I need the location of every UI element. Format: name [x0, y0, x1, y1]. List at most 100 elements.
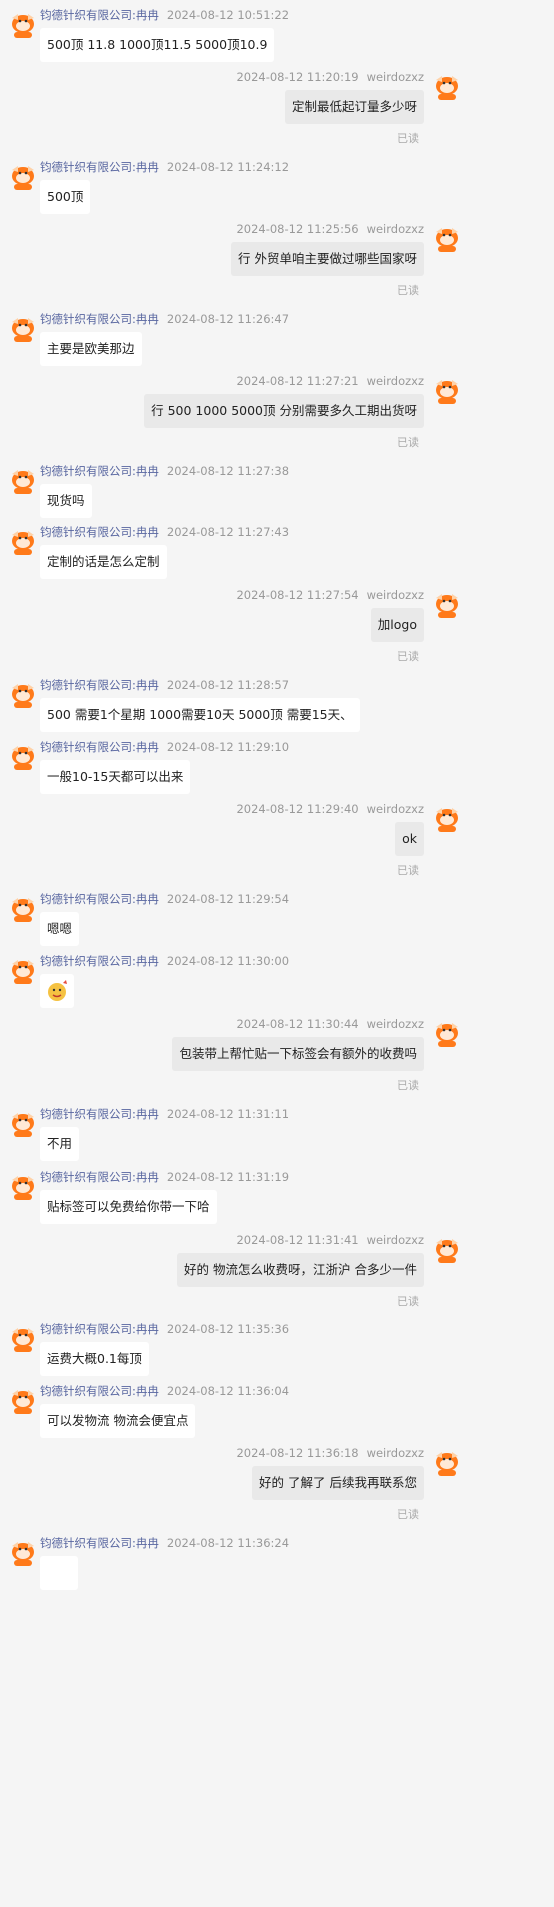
timestamp: 2024-08-12 11:27:54: [236, 588, 359, 602]
message-meta: 钧德针织有限公司:冉冉 2024-08-12 11:29:10: [40, 740, 289, 754]
avatar-icon[interactable]: [8, 8, 38, 38]
avatar-icon[interactable]: [8, 1107, 38, 1137]
timestamp: 2024-08-12 11:31:11: [166, 1107, 290, 1121]
sender-name[interactable]: weirdozxz: [367, 1446, 424, 1460]
message-meta: 钧德针织有限公司:冉冉 2024-08-12 11:28:57: [40, 678, 289, 692]
avatar-icon[interactable]: [8, 1170, 38, 1200]
message-bubble[interactable]: 行 外贸单咱主要做过哪些国家呀: [231, 242, 424, 276]
message-meta: 2024-08-12 11:36:18 weirdozxz: [236, 1446, 424, 1460]
message-meta: 钧德针织有限公司:冉冉 2024-08-12 11:24:12: [40, 160, 289, 174]
read-status: 已读: [397, 284, 419, 297]
read-status: 已读: [397, 650, 419, 663]
message-bubble[interactable]: 包装带上帮忙贴一下标签会有额外的收费吗: [172, 1037, 424, 1071]
read-status: 已读: [397, 864, 419, 877]
message-meta: 2024-08-12 11:31:41 weirdozxz: [236, 1233, 424, 1247]
avatar-icon[interactable]: [8, 1536, 38, 1566]
sender-name[interactable]: 钧德针织有限公司:冉冉: [40, 1384, 159, 1398]
sender-name[interactable]: 钧德针织有限公司:冉冉: [40, 464, 159, 478]
sender-name[interactable]: weirdozxz: [367, 70, 424, 84]
timestamp: 2024-08-12 11:26:47: [166, 312, 290, 326]
message-bubble[interactable]: 定制最低起订量多少呀: [284, 90, 424, 124]
message-bubble[interactable]: 500顶: [40, 180, 91, 214]
emoji-sticker-icon: [48, 980, 67, 1001]
sender-name[interactable]: weirdozxz: [367, 1017, 424, 1031]
sender-name[interactable]: 钧德针织有限公司:冉冉: [40, 678, 159, 692]
message-bubble[interactable]: [40, 1556, 78, 1590]
avatar-icon[interactable]: [8, 954, 38, 984]
message-bubble[interactable]: 嗯嗯: [40, 912, 80, 946]
chat-history[interactable]: 钧德针织有限公司:冉冉 2024-08-12 10:51:22 500顶 11.8…: [0, 0, 554, 1907]
sender-name[interactable]: weirdozxz: [367, 1233, 424, 1247]
message-bubble[interactable]: 一般10-15天都可以出来: [40, 760, 191, 794]
sender-name[interactable]: 钧德针织有限公司:冉冉: [40, 312, 159, 326]
timestamp: 2024-08-12 11:28:57: [166, 678, 290, 692]
avatar-icon[interactable]: [8, 892, 38, 922]
message-bubble[interactable]: 好的 了解了 后续我再联系您: [252, 1466, 424, 1500]
sender-name[interactable]: 钧德针织有限公司:冉冉: [40, 160, 159, 174]
avatar-icon[interactable]: [432, 222, 462, 252]
avatar-icon[interactable]: [432, 1446, 462, 1476]
timestamp: 2024-08-12 11:35:36: [166, 1322, 290, 1336]
message-meta: 钧德针织有限公司:冉冉 2024-08-12 11:35:36: [40, 1322, 289, 1336]
timestamp: 2024-08-12 11:30:44: [236, 1017, 359, 1031]
message-bubble[interactable]: 加logo: [370, 608, 424, 642]
avatar-icon[interactable]: [8, 525, 38, 555]
sender-name[interactable]: weirdozxz: [367, 588, 424, 602]
message-meta: 钧德针织有限公司:冉冉 2024-08-12 11:26:47: [40, 312, 289, 326]
avatar-icon[interactable]: [432, 1017, 462, 1047]
read-status: 已读: [397, 1295, 419, 1308]
sender-name[interactable]: weirdozxz: [367, 374, 424, 388]
read-status: 已读: [397, 1508, 419, 1521]
message-meta: 钧德针织有限公司:冉冉 2024-08-12 11:30:00: [40, 954, 289, 968]
message-bubble[interactable]: ok: [395, 822, 424, 856]
message-meta: 钧德针织有限公司:冉冉 2024-08-12 10:51:22: [40, 8, 289, 22]
avatar-icon[interactable]: [8, 160, 38, 190]
avatar-icon[interactable]: [432, 70, 462, 100]
avatar-icon[interactable]: [8, 740, 38, 770]
avatar-icon[interactable]: [8, 1322, 38, 1352]
sender-name[interactable]: 钧德针织有限公司:冉冉: [40, 892, 159, 906]
message-meta: 2024-08-12 11:20:19 weirdozxz: [236, 70, 424, 84]
sender-name[interactable]: weirdozxz: [367, 802, 424, 816]
sender-name[interactable]: 钧德针织有限公司:冉冉: [40, 1170, 159, 1184]
avatar-icon[interactable]: [432, 588, 462, 618]
avatar-icon[interactable]: [8, 312, 38, 342]
timestamp: 2024-08-12 11:29:10: [166, 740, 290, 754]
message-meta: 钧德针织有限公司:冉冉 2024-08-12 11:27:43: [40, 525, 289, 539]
message-meta: 钧德针织有限公司:冉冉 2024-08-12 11:31:19: [40, 1170, 289, 1184]
message-meta: 钧德针织有限公司:冉冉 2024-08-12 11:31:11: [40, 1107, 289, 1121]
message-bubble[interactable]: 主要是欧美那边: [40, 332, 142, 366]
sender-name[interactable]: 钧德针织有限公司:冉冉: [40, 1322, 159, 1336]
message-bubble[interactable]: 可以发物流 物流会便宜点: [40, 1404, 196, 1438]
message-bubble[interactable]: 好的 物流怎么收费呀，江浙沪 合多少一件: [177, 1253, 424, 1287]
message-meta: 钧德针织有限公司:冉冉 2024-08-12 11:27:38: [40, 464, 289, 478]
message-meta: 钧德针织有限公司:冉冉 2024-08-12 11:36:04: [40, 1384, 289, 1398]
avatar-icon[interactable]: [432, 802, 462, 832]
avatar-icon[interactable]: [432, 374, 462, 404]
avatar-icon[interactable]: [8, 678, 38, 708]
message-bubble[interactable]: 行 500 1000 5000顶 分别需要多久工期出货呀: [144, 394, 424, 428]
timestamp: 2024-08-12 11:36:18: [236, 1446, 359, 1460]
message-bubble[interactable]: 500顶 11.8 1000顶11.5 5000顶10.9: [40, 28, 275, 62]
timestamp: 2024-08-12 11:27:38: [166, 464, 290, 478]
sender-name[interactable]: 钧德针织有限公司:冉冉: [40, 525, 159, 539]
message-bubble[interactable]: 500 需要1个星期 1000需要10天 5000顶 需要15天、: [40, 698, 360, 732]
sender-name[interactable]: 钧德针织有限公司:冉冉: [40, 954, 159, 968]
message-meta: 2024-08-12 11:29:40 weirdozxz: [236, 802, 424, 816]
timestamp: 2024-08-12 11:20:19: [236, 70, 359, 84]
sender-name[interactable]: 钧德针织有限公司:冉冉: [40, 740, 159, 754]
sender-name[interactable]: 钧德针织有限公司:冉冉: [40, 1107, 159, 1121]
timestamp: 2024-08-12 11:36:24: [166, 1536, 290, 1550]
avatar-icon[interactable]: [8, 464, 38, 494]
avatar-icon[interactable]: [432, 1233, 462, 1263]
message-bubble[interactable]: 不用: [40, 1127, 80, 1161]
message-bubble[interactable]: 贴标签可以免费给你带一下哈: [40, 1190, 217, 1224]
avatar-icon[interactable]: [8, 1384, 38, 1414]
message-bubble[interactable]: 定制的话是怎么定制: [40, 545, 167, 579]
message-bubble[interactable]: [40, 974, 74, 1008]
message-bubble[interactable]: 现货吗: [40, 484, 92, 518]
sender-name[interactable]: 钧德针织有限公司:冉冉: [40, 1536, 159, 1550]
message-bubble[interactable]: 运费大概0.1每顶: [40, 1342, 149, 1376]
sender-name[interactable]: weirdozxz: [367, 222, 424, 236]
sender-name[interactable]: 钧德针织有限公司:冉冉: [40, 8, 159, 22]
